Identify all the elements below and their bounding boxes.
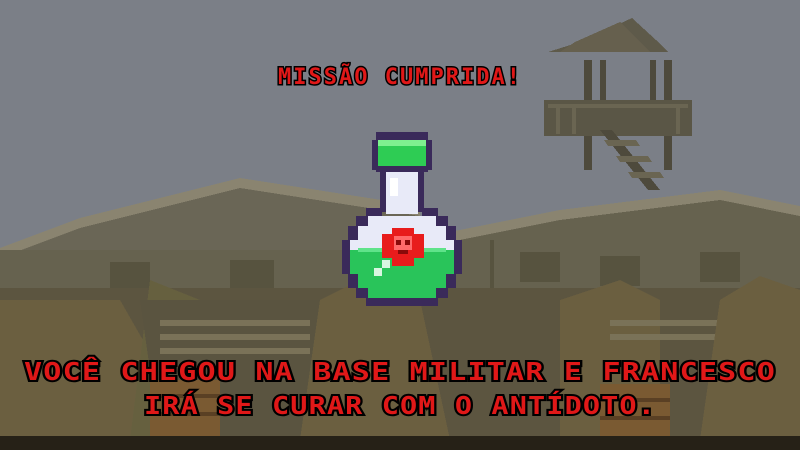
mission-message-svg: VOCÊ CHEGOU NA BASE MILITAR E FRANCESCO … <box>22 355 777 422</box>
mission-message: VOCÊ CHEGOU NA BASE MILITAR E FRANCESCO … <box>0 352 800 435</box>
message-line-2: IRÁ SE CURAR COM O ANTÍDOTO. <box>144 391 656 420</box>
game-scene: MISSÃO CUMPRIDA! VOCÊ CHEGOU NA BASE MIL… <box>0 0 800 450</box>
message-line-1: VOCÊ CHEGOU NA BASE MILITAR E FRANCESCO <box>24 357 776 386</box>
mission-title-svg: MISSÃO CUMPRIDA! <box>277 63 522 92</box>
mission-complete-title: MISSÃO CUMPRIDA! <box>0 60 800 100</box>
mission-title-text: MISSÃO CUMPRIDA! <box>278 64 522 90</box>
antidote-potion-icon <box>342 132 462 306</box>
